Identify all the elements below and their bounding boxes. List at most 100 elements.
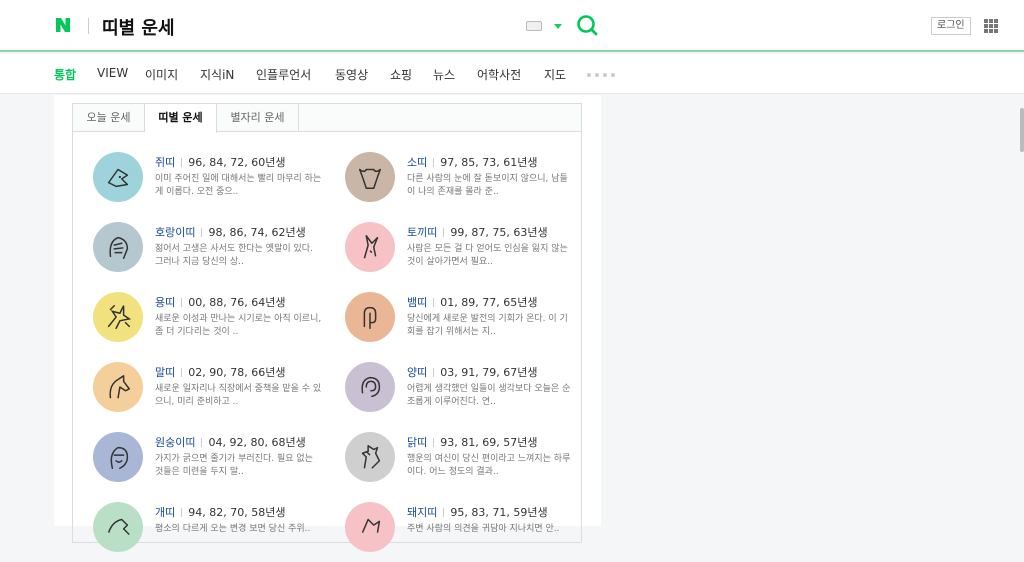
- nav-item-shopping[interactable]: 쇼핑: [390, 66, 412, 83]
- scrollbar-thumb[interactable]: [1020, 108, 1024, 152]
- zodiac-item[interactable]: 돼지띠 95, 83, 71, 59년생주변 사람의 의견을 귀담아 지나치면 안…: [345, 502, 585, 562]
- zodiac-avatar[interactable]: [345, 502, 395, 552]
- zodiac-years: 01, 89, 77, 65년생: [440, 296, 538, 309]
- zodiac-description[interactable]: 당신에게 새로운 발전의 기회가 온다. 이 기회를 잡기 위해서는 지..: [407, 313, 575, 339]
- zodiac-item[interactable]: 용띠 00, 88, 76, 64년생 새로운 이성과 만나는 시기로는 아직 이르…: [93, 292, 333, 352]
- tab-today-fortune[interactable]: 오늘 운세: [73, 104, 145, 132]
- naver-logo-icon[interactable]: [54, 16, 72, 34]
- nav-item-image[interactable]: 이미지: [145, 66, 178, 83]
- zodiac-years: 94, 82, 70, 58년생: [188, 506, 286, 519]
- login-button[interactable]: 로그인: [931, 17, 971, 35]
- zodiac-name[interactable]: 소띠: [407, 156, 427, 169]
- zodiac-years: 02, 90, 78, 66년생: [188, 366, 286, 379]
- zodiac-heading: 호랑이띠 98, 86, 74, 62년생: [155, 224, 306, 240]
- rooster-icon: [361, 445, 381, 469]
- zodiac-heading: 개띠 94, 82, 70, 58년생: [155, 504, 285, 520]
- zodiac-description[interactable]: 주변 사람의 의견을 귀담아 지나치면 안..: [407, 523, 575, 536]
- apps-grid-icon[interactable]: [984, 19, 998, 33]
- zodiac-years: 99, 87, 75, 63년생: [450, 226, 548, 239]
- nav-item-map[interactable]: 지도: [544, 66, 566, 83]
- zodiac-avatar[interactable]: [345, 222, 395, 272]
- zodiac-avatar[interactable]: [93, 362, 143, 412]
- zodiac-name[interactable]: 토끼띠: [407, 226, 437, 239]
- zodiac-item[interactable]: 호랑이띠 98, 86, 74, 62년생젊어서 고생은 사서도 한다는 옛말이 …: [93, 222, 333, 282]
- nav-item-news[interactable]: 뉴스: [433, 66, 455, 83]
- zodiac-years: 96, 84, 72, 60년생: [188, 156, 286, 169]
- zodiac-item[interactable]: 뱀띠 01, 89, 77, 65년생당신에게 새로운 발전의 기회가 온다. 이…: [345, 292, 585, 352]
- fortune-card: 오늘 운세 띠별 운세 별자리 운세 쥐띠 96, 84, 72, 60년생이미 …: [54, 95, 601, 552]
- search-icon[interactable]: [576, 14, 598, 36]
- fortune-tabs: 오늘 운세 띠별 운세 별자리 운세: [73, 104, 581, 133]
- zodiac-item[interactable]: 닭띠 93, 81, 69, 57년생 행운의 여신이 당신 편이라고 느껴지는 하…: [345, 432, 585, 492]
- zodiac-avatar[interactable]: [93, 292, 143, 342]
- snake-icon: [363, 306, 377, 329]
- tab-zodiac-fortune[interactable]: 띠별 운세: [145, 104, 217, 133]
- zodiac-years: 98, 86, 74, 62년생: [208, 226, 306, 239]
- zodiac-name[interactable]: 쥐띠: [155, 156, 175, 169]
- separator: [201, 438, 203, 447]
- zodiac-avatar[interactable]: [93, 502, 143, 552]
- zodiac-heading: 양띠 03, 91, 79, 67년생: [407, 364, 537, 380]
- caret-down-icon[interactable]: [554, 24, 562, 29]
- separator: [181, 368, 183, 377]
- zodiac-item[interactable]: 말띠 02, 90, 78, 66년생새로운 일자리나 직장에서 중책을 맡을 수…: [93, 362, 333, 422]
- zodiac-name[interactable]: 말띠: [155, 366, 175, 379]
- zodiac-heading: 돼지띠 95, 83, 71, 59년생: [407, 504, 548, 520]
- zodiac-avatar[interactable]: [345, 292, 395, 342]
- zodiac-heading: 토끼띠 99, 87, 75, 63년생: [407, 224, 548, 240]
- zodiac-name[interactable]: 호랑이띠: [155, 226, 195, 239]
- zodiac-avatar[interactable]: [93, 432, 143, 482]
- zodiac-description[interactable]: 어렵게 생각했던 일들이 생각보다 오늘은 순조롭게 이루어진다. 연..: [407, 383, 575, 409]
- zodiac-item[interactable]: 양띠 03, 91, 79, 67년생어렵게 생각했던 일들이 생각보다 오늘은 …: [345, 362, 585, 422]
- zodiac-name[interactable]: 닭띠: [407, 436, 427, 449]
- zodiac-description[interactable]: 새로운 이성과 만나는 시기로는 아직 이르니, 좀 더 기다리는 것이 ..: [155, 313, 323, 339]
- rat-icon: [107, 168, 129, 188]
- header-divider: [88, 18, 89, 34]
- nav-item-video[interactable]: 동영상: [335, 66, 368, 83]
- zodiac-item[interactable]: 쥐띠 96, 84, 72, 60년생이미 주어진 일에 대해서는 빨리 마무리 …: [93, 152, 333, 212]
- separator: [201, 228, 203, 237]
- zodiac-description[interactable]: 이미 주어진 일에 대해서는 빨리 마무리 하는 게 이롭다. 오전 중으..: [155, 173, 323, 199]
- zodiac-heading: 소띠 97, 85, 73, 61년생: [407, 154, 537, 170]
- pig-icon: [361, 518, 381, 533]
- nav-item-all[interactable]: 통합: [54, 66, 76, 83]
- zodiac-avatar[interactable]: [93, 152, 143, 202]
- dog-icon: [107, 518, 130, 536]
- zodiac-heading: 뱀띠 01, 89, 77, 65년생: [407, 294, 537, 310]
- zodiac-description[interactable]: 평소의 다르게 오는 변경 보면 당신 주위..: [155, 523, 323, 536]
- zodiac-heading: 쥐띠 96, 84, 72, 60년생: [155, 154, 285, 170]
- zodiac-name[interactable]: 개띠: [155, 506, 175, 519]
- separator: [433, 438, 435, 447]
- zodiac-avatar[interactable]: [93, 222, 143, 272]
- zodiac-years: 95, 83, 71, 59년생: [450, 506, 548, 519]
- zodiac-item[interactable]: 개띠 94, 82, 70, 58년생평소의 다르게 오는 변경 보면 당신 주위…: [93, 502, 333, 562]
- zodiac-avatar[interactable]: [345, 362, 395, 412]
- ox-icon: [358, 168, 382, 189]
- more-icon[interactable]: [587, 73, 615, 77]
- zodiac-item[interactable]: 토끼띠 99, 87, 75, 63년생사람은 모든 걸 다 얻어도 인심을 잃지…: [345, 222, 585, 282]
- zodiac-avatar[interactable]: [345, 152, 395, 202]
- zodiac-name[interactable]: 돼지띠: [407, 506, 437, 519]
- keyboard-icon[interactable]: [526, 21, 542, 31]
- zodiac-description[interactable]: 새로운 일자리나 직장에서 중책을 맡을 수 있으니, 미리 준비하고 ..: [155, 383, 323, 409]
- zodiac-name[interactable]: 뱀띠: [407, 296, 427, 309]
- nav-item-view[interactable]: VIEW: [97, 66, 128, 80]
- zodiac-name[interactable]: 원숭이띠: [155, 436, 195, 449]
- zodiac-description[interactable]: 사람은 모든 걸 다 얻어도 인심을 잃지 않는 것이 살아가면서 필요..: [407, 243, 575, 269]
- nav-item-dictionary[interactable]: 어학사전: [477, 66, 521, 83]
- zodiac-description[interactable]: 젊어서 고생은 사서도 한다는 옛말이 있다. 그러나 지금 당신의 상..: [155, 243, 323, 269]
- dragon-icon: [107, 305, 132, 329]
- nav-item-kin[interactable]: 지식iN: [200, 66, 234, 83]
- nav-item-influencer[interactable]: 인플루언서: [256, 66, 311, 83]
- zodiac-description[interactable]: 가지가 굵으면 줄기가 부러진다. 필요 없는 것들은 미련을 두지 말..: [155, 453, 323, 479]
- zodiac-years: 03, 91, 79, 67년생: [440, 366, 538, 379]
- zodiac-item[interactable]: 원숭이띠 04, 92, 80, 68년생 가지가 굵으면 줄기가 부러진다. 필요…: [93, 432, 333, 492]
- top-bar: 띠별 운세 로그인: [0, 0, 1024, 52]
- tab-star-sign-fortune[interactable]: 별자리 운세: [217, 104, 299, 132]
- zodiac-name[interactable]: 양띠: [407, 366, 427, 379]
- zodiac-description[interactable]: 다른 사람의 눈에 잘 돋보이지 않으니, 남들이 나의 존재를 몰라 준..: [407, 173, 575, 199]
- zodiac-avatar[interactable]: [345, 432, 395, 482]
- zodiac-item[interactable]: 소띠 97, 85, 73, 61년생다른 사람의 눈에 잘 돋보이지 않으니, …: [345, 152, 585, 212]
- zodiac-description[interactable]: 행운의 여신이 당신 편이라고 느껴지는 하루이다. 어느 정도의 결과..: [407, 453, 575, 479]
- zodiac-name[interactable]: 용띠: [155, 296, 175, 309]
